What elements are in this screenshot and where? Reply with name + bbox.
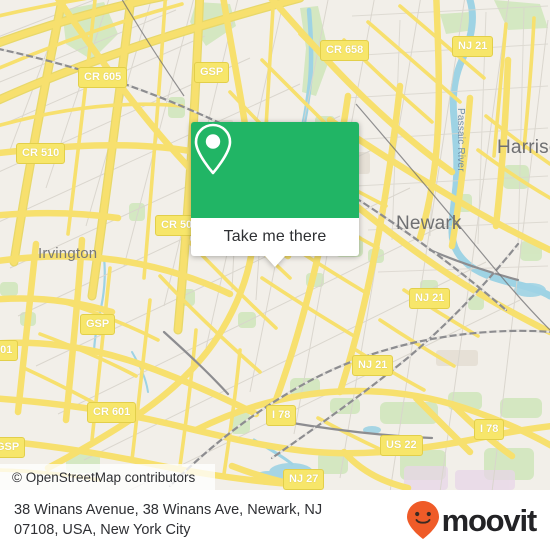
address-line-2: 07108, USA, New York City — [14, 522, 191, 538]
take-me-there-label: Take me there — [223, 228, 327, 245]
attribution-text: © OpenStreetMap contributors — [12, 469, 196, 485]
address-line-1: 38 Winans Avenue, 38 Winans Ave, Newark,… — [14, 502, 323, 518]
address-text: 38 Winans Avenue, 38 Winans Ave, Newark,… — [14, 500, 322, 540]
map-attribution: © OpenStreetMap contributors — [0, 464, 550, 490]
map-canvas[interactable]: NewarkHarrisonIrvingtonPassaic River CR … — [0, 0, 550, 490]
callout-pin-area — [191, 122, 359, 218]
moovit-logo[interactable]: moovit — [406, 500, 538, 540]
moovit-wordmark: moovit — [441, 502, 538, 538]
moovit-pin-icon — [406, 501, 439, 539]
moovit-map-screenshot: NewarkHarrisonIrvingtonPassaic River CR … — [0, 0, 550, 550]
footer-bar: 38 Winans Avenue, 38 Winans Ave, Newark,… — [0, 490, 550, 550]
callout-tail — [265, 256, 285, 267]
destination-callout[interactable]: Take me there — [191, 122, 359, 267]
take-me-there-button[interactable]: Take me there — [191, 218, 359, 256]
location-pin-icon — [194, 123, 232, 175]
